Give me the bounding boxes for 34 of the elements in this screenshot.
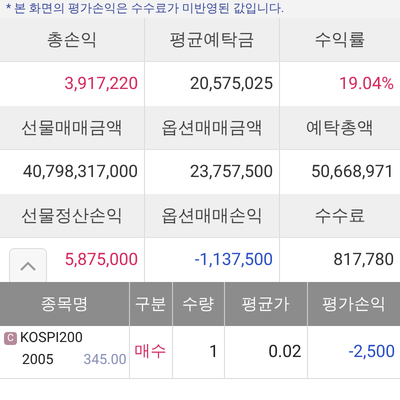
column-header: 종목명 xyxy=(0,282,129,326)
summary-label: 수수료 xyxy=(280,194,400,238)
strike-price: 345.00 xyxy=(83,352,126,368)
summary-label: 옵션매매손익 xyxy=(145,194,280,238)
expiry-month: 2005 xyxy=(22,352,54,368)
summary-value: -1,137,500 xyxy=(194,250,273,270)
chevron-up-icon xyxy=(19,260,37,270)
summary-label: 선물매매금액 xyxy=(0,106,145,150)
column-header: 평가손익 xyxy=(307,282,400,326)
summary-value: 23,757,500 xyxy=(190,162,273,182)
summary-value: 5,875,000 xyxy=(64,250,138,270)
summary-label: 예탁총액 xyxy=(280,106,400,150)
summary-label: 수익률 xyxy=(280,18,400,62)
quantity: 1 xyxy=(208,342,218,362)
summary-value: 20,575,025 xyxy=(190,74,273,94)
option-badge: C xyxy=(4,332,17,344)
notice-text: * 본 화면의 평가손익은 수수료가 미반영된 값입니다. xyxy=(0,0,400,18)
valuation-pnl: -2,500 xyxy=(348,342,395,362)
column-header: 평균가 xyxy=(224,282,307,326)
summary-label: 선물정산손익 xyxy=(0,194,145,238)
summary-value: 817,780 xyxy=(333,250,394,270)
summary-value: 40,798,317,000 xyxy=(22,162,138,182)
summary-label: 평균예탁금 xyxy=(145,18,280,62)
summary-value: 3,917,220 xyxy=(64,74,138,94)
trade-side: 매수 xyxy=(134,341,166,360)
average-price: 0.02 xyxy=(268,342,302,362)
column-header: 구분 xyxy=(129,282,172,326)
summary-label: 총손익 xyxy=(0,18,145,62)
collapse-button[interactable] xyxy=(9,248,47,282)
summary-value: 19.04% xyxy=(338,74,394,94)
instrument-name: KOSPI200 xyxy=(20,330,83,346)
summary-label: 옵션매매금액 xyxy=(145,106,280,150)
summary-value: 50,668,971 xyxy=(310,162,394,182)
column-header: 수량 xyxy=(172,282,224,326)
